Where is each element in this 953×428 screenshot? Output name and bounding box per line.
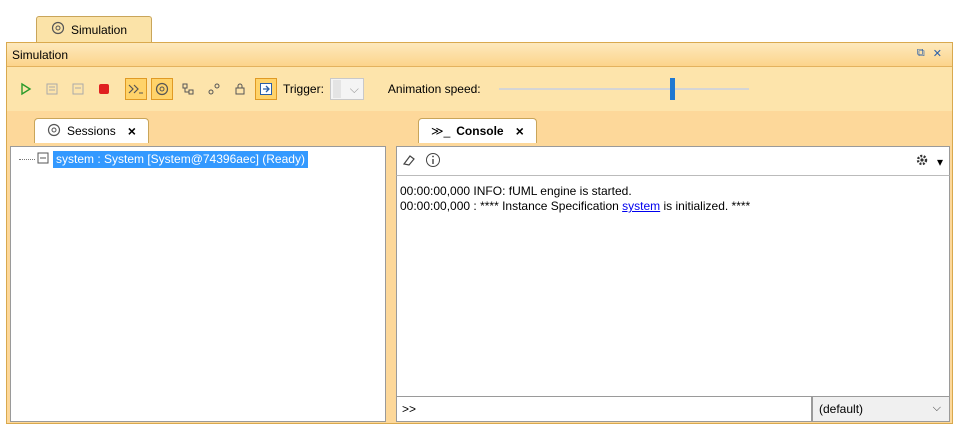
session-label: system : System [System@74396aec] (Ready…	[53, 151, 308, 168]
list-item[interactable]: system : System [System@74396aec] (Ready…	[19, 151, 308, 168]
tree-line	[19, 159, 35, 160]
sessions-toggle-button[interactable]	[151, 78, 173, 100]
variables-button[interactable]	[177, 78, 199, 100]
tab-console[interactable]: ≫_ Console ×	[418, 118, 537, 143]
animation-speed-slider[interactable]	[498, 78, 749, 100]
chevron-down-icon: ⌵	[349, 81, 359, 96]
console-language-select[interactable]: (default) ⌵	[812, 396, 950, 422]
trigger-select[interactable]: ⌵	[329, 78, 364, 100]
tab-sessions[interactable]: Sessions ×	[34, 118, 149, 143]
trigger-label: Trigger:	[283, 82, 324, 96]
tab-simulation-label: Simulation	[71, 22, 128, 37]
sessions-icon	[47, 123, 61, 140]
close-icon[interactable]: ✕	[933, 47, 942, 60]
tab-sessions-label: Sessions	[67, 124, 116, 138]
stop-button[interactable]	[93, 78, 115, 100]
console-output: 00:00:00,000 INFO: fUML engine is starte…	[398, 184, 946, 214]
log-line: 00:00:00,000 : **** Instance Specificati…	[400, 199, 751, 213]
gear-icon[interactable]	[915, 153, 929, 170]
window-title: Simulation	[12, 47, 69, 62]
lock-button[interactable]	[229, 78, 251, 100]
log-line: 00:00:00,000 INFO: fUML engine is starte…	[400, 184, 632, 198]
animation-speed-thumb[interactable]	[670, 78, 676, 100]
step-over-button[interactable]	[67, 78, 89, 100]
eraser-icon[interactable]	[401, 153, 417, 170]
close-icon[interactable]: ×	[128, 123, 136, 139]
tab-console-label: Console	[456, 124, 504, 138]
collapse-icon[interactable]	[37, 152, 49, 167]
console-input[interactable]: >>	[396, 396, 812, 422]
tab-simulation[interactable]: Simulation	[36, 16, 152, 42]
breakpoints-button[interactable]	[203, 78, 225, 100]
simulation-toolbar: Trigger: ⌵ Animation speed:	[7, 67, 952, 111]
console-toggle-button[interactable]	[125, 78, 147, 100]
step-into-button[interactable]	[41, 78, 63, 100]
simulation-icon	[51, 21, 65, 38]
info-icon[interactable]	[425, 152, 441, 171]
chevron-down-icon: ⌵	[932, 402, 941, 414]
system-link[interactable]: system	[622, 199, 660, 213]
sessions-pane: system : System [System@74396aec] (Ready…	[10, 146, 386, 422]
console-toolbar: ▾	[396, 146, 950, 176]
chevron-down-icon[interactable]: ▾	[937, 155, 943, 169]
console-icon: ≫_	[431, 124, 451, 138]
outer-tab-strip: Simulation	[0, 0, 953, 42]
restore-icon[interactable]: ⧉	[917, 47, 925, 60]
export-button[interactable]	[255, 78, 277, 100]
animation-speed-label: Animation speed:	[387, 82, 481, 96]
run-button[interactable]	[15, 78, 37, 100]
close-icon[interactable]: ×	[516, 123, 524, 139]
window-titlebar: Simulation ⧉ ✕	[7, 43, 952, 67]
